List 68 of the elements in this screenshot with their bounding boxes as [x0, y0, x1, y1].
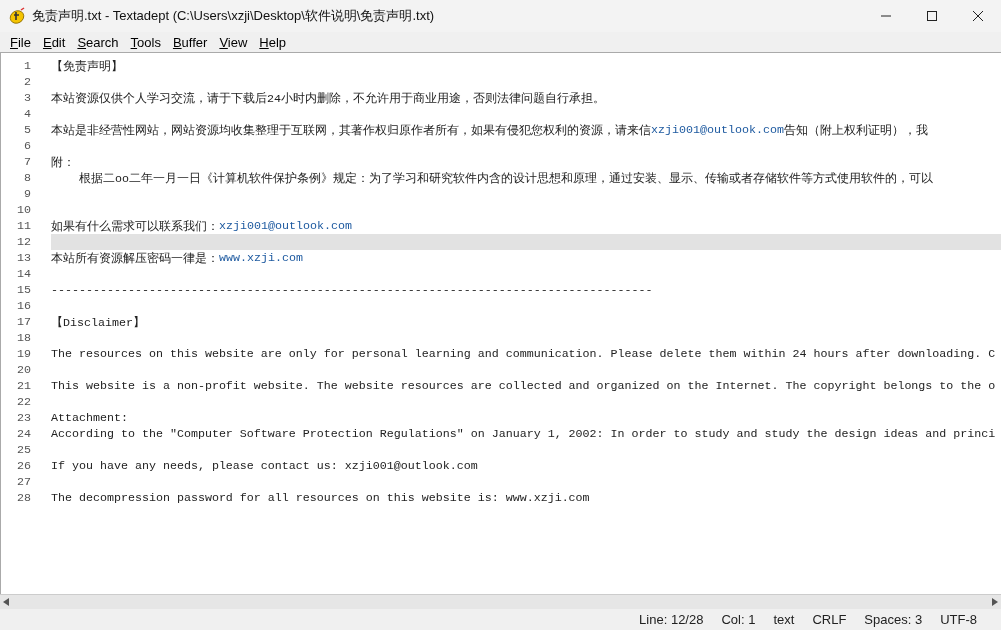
menu-item[interactable]: Help: [253, 34, 293, 50]
menu-item[interactable]: File: [4, 34, 37, 50]
horizontal-scrollbar[interactable]: [0, 594, 1001, 609]
line-number: 9: [23, 187, 31, 201]
code-line: 根据二oo二年一月一日《计算机软件保护条例》规定：为了学习和研究软件内含的设计思想和原理，通过安装、显示、传输或者存储软件等方式使用软件的，可以: [77, 170, 933, 186]
line-number: 19: [16, 347, 31, 361]
app-logo-icon: [8, 7, 26, 25]
link-text: www.xzji.com: [219, 251, 303, 265]
scroll-right-icon[interactable]: [992, 598, 998, 606]
line-number: 26: [16, 459, 31, 473]
line-number: 27: [16, 475, 31, 489]
scroll-left-icon[interactable]: [3, 598, 9, 606]
line-number: 16: [16, 299, 31, 313]
line-number: 1: [23, 59, 31, 73]
line-number: 3: [23, 91, 31, 105]
code-line: 如果有什么需求可以联系我们：: [51, 218, 219, 234]
status-text: Col: 1: [721, 612, 756, 627]
code-line: 本站资源仅供个人学习交流，请于下载后24小时内删除，不允许用于商业用途，否则法律问题自行承担。: [51, 90, 605, 106]
link-text: xzji001@outlook.com: [651, 123, 784, 137]
code-line: 【免责声明】: [51, 58, 123, 74]
line-number: 4: [23, 107, 31, 121]
code-line: --------------------------------------------------------------------------------------: [51, 283, 653, 297]
window-title: 免责声明.txt - Textadept (C:\Users\xzji\Desktop\软件说明\免责声明.txt): [32, 7, 436, 25]
line-number: 17: [16, 315, 31, 329]
line-number: 7: [23, 155, 31, 169]
line-number: 22: [16, 395, 31, 409]
menu-item[interactable]: Tools: [124, 34, 167, 50]
line-number: 8: [23, 171, 31, 185]
status-text: CRLF: [812, 612, 847, 627]
line-number: 2: [23, 75, 31, 89]
line-number: 23: [16, 411, 31, 425]
code-line: The decompression password for all resources on this website is: www.xzji.com: [51, 491, 590, 505]
line-number: 5: [23, 123, 31, 137]
code-line: 附：: [51, 154, 75, 170]
line-number: 11: [16, 219, 31, 233]
code-line: 本站所有资源解压密码一律是：: [51, 250, 219, 266]
line-number: 21: [16, 379, 31, 393]
menu-item[interactable]: Search: [71, 34, 125, 50]
status-text: Spaces: 3: [864, 612, 923, 627]
status-text: text: [773, 612, 795, 627]
code-line: This website is a non-profit website. The website resources are collected and organized on the Internet. The copyright belongs to the o: [51, 379, 996, 393]
code-line: The resources on this website are only for personal learning and communication. Please delete them within 24 hours after downloading. C: [51, 347, 996, 361]
link-text: xzji001@outlook.com: [219, 219, 352, 233]
code-line: 本站是非经营性网站，网站资源均收集整理于互联网，其著作权归原作者所有，如果有侵犯您权利的资源，请来信: [51, 122, 651, 138]
line-number: 25: [16, 443, 31, 457]
code-line: Attachment:: [51, 411, 128, 425]
code-line: According to the "Computer Software Protection Regulations" on January 1, 2002: In order to study and study the design ideas and princi: [51, 427, 996, 441]
menu-item[interactable]: Edit: [36, 34, 72, 50]
text-editor[interactable]: [0, 52, 1001, 594]
line-number: 12: [16, 235, 31, 249]
line-number: 28: [16, 491, 31, 505]
maximize-icon: [927, 11, 937, 21]
status-text: Line: 12/28: [639, 612, 704, 627]
line-number: 13: [16, 251, 31, 265]
line-number: 15: [16, 283, 31, 297]
close-icon: [973, 11, 983, 21]
line-number: 20: [16, 363, 31, 377]
menu-item[interactable]: View: [213, 34, 254, 50]
code-line: 【Disclaimer】: [51, 314, 145, 330]
line-number: 10: [16, 203, 31, 217]
code-line: If you have any needs, please contact us: xzji001@outlook.com: [51, 459, 478, 473]
line-number: 6: [23, 139, 31, 153]
line-number: 18: [16, 331, 31, 345]
code-line: 告知（附上权利证明），我: [783, 122, 928, 138]
status-text: UTF-8: [940, 612, 977, 627]
line-number: 24: [16, 427, 31, 441]
menu-item[interactable]: Buffer: [166, 34, 214, 50]
line-number: 14: [16, 267, 31, 281]
